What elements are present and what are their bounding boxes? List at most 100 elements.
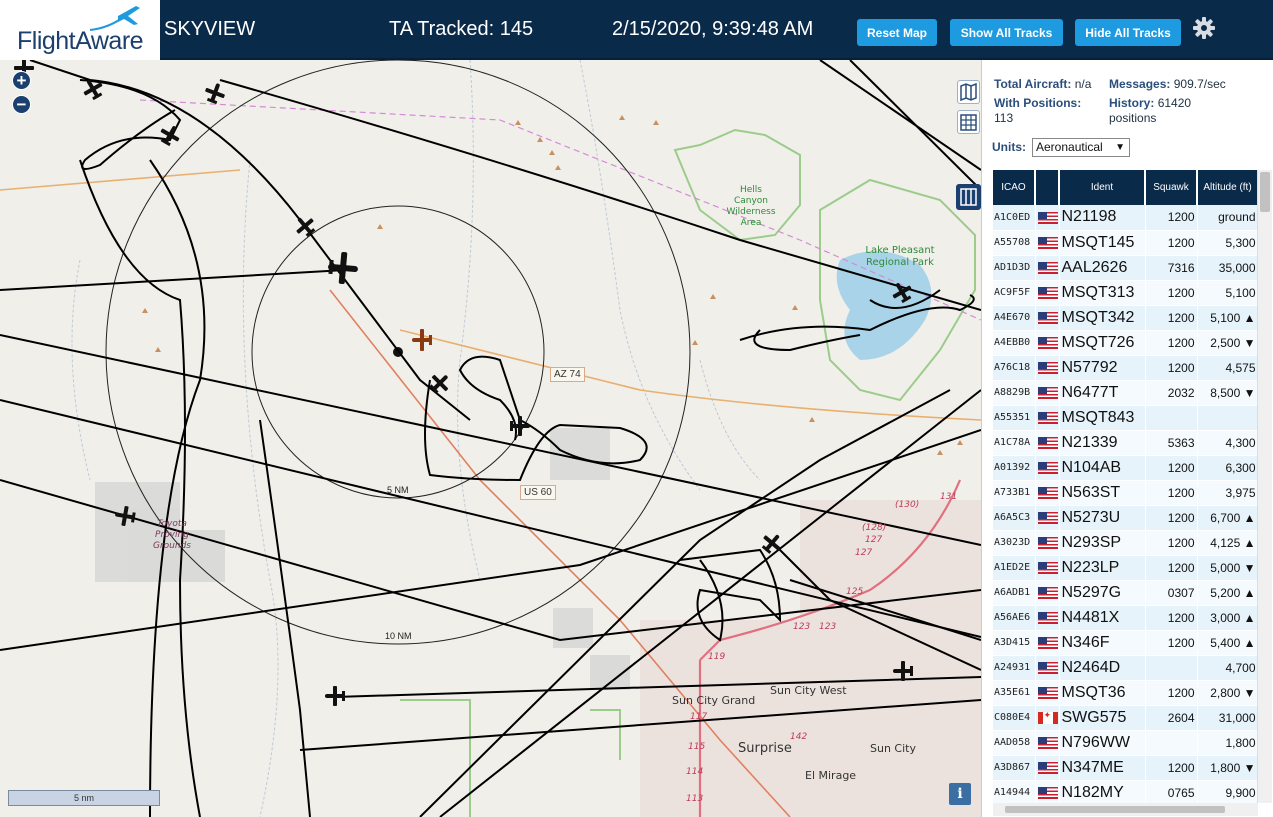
ident-cell: N104AB <box>1059 455 1146 481</box>
table-row[interactable]: A1C78A N21339 5363 4,300 <box>993 430 1258 456</box>
road-number: 127 <box>855 548 873 558</box>
col-header-squawk[interactable]: Squawk <box>1145 170 1198 205</box>
icao-cell: A14944 <box>993 780 1036 803</box>
table-vertical-scrollbar[interactable] <box>1257 170 1272 803</box>
table-row[interactable]: A3023D N293SP 1200 4,125 ▲ <box>993 530 1258 556</box>
table-row[interactable]: A56AE6 N4481X 1200 3,000 ▲ <box>993 605 1258 631</box>
col-header-icao[interactable]: ICAO <box>993 170 1036 205</box>
map-layers-button[interactable] <box>957 80 980 104</box>
altitude-cell: 1,800 ▼ <box>1197 755 1258 781</box>
road-number: (128) <box>862 523 887 533</box>
table-row[interactable]: A3D415 N346F 1200 5,400 ▲ <box>993 630 1258 656</box>
messages-label: Messages: <box>1109 77 1171 91</box>
scrollbar-thumb[interactable] <box>1005 806 1225 813</box>
place-el-mirage: El Mirage <box>805 769 857 782</box>
altitude-cell: 5,300 <box>1197 230 1258 256</box>
map-view[interactable]: Hells Canyon Wilderness Area Lake Pleasa… <box>0 60 981 817</box>
table-row[interactable]: A6ADB1 N5297G 0307 5,200 ▲ <box>993 580 1258 606</box>
aircraft-table-container[interactable]: ICAO Ident Squawk Altitude (ft) A1C0ED N2… <box>993 170 1258 803</box>
table-row[interactable]: AC9F5F MSQT313 1200 5,100 <box>993 280 1258 306</box>
table-row[interactable]: A55351 MSQT843 <box>993 405 1258 431</box>
table-row[interactable]: AAD058 N796WW 1,800 <box>993 730 1258 756</box>
hide-all-tracks-button[interactable]: Hide All Tracks <box>1075 19 1181 46</box>
us-flag-icon <box>1037 462 1058 475</box>
us-flag-icon <box>1037 562 1058 575</box>
flag-cell <box>1035 705 1060 731</box>
col-header-flag[interactable] <box>1035 170 1060 205</box>
show-all-tracks-button[interactable]: Show All Tracks <box>950 19 1063 46</box>
icao-cell: A35E61 <box>993 680 1036 706</box>
col-header-ident[interactable]: Ident <box>1059 170 1146 205</box>
zoom-out-button[interactable]: − <box>12 95 31 114</box>
table-row[interactable]: A6A5C3 N5273U 1200 6,700 ▲ <box>993 505 1258 531</box>
road-number: 114 <box>686 767 704 777</box>
positions-stat: With Positions: 113 <box>994 96 1104 126</box>
icao-cell: A55351 <box>993 405 1036 431</box>
flightaware-logo[interactable]: FlightAware <box>0 0 160 60</box>
table-row[interactable]: A55708 MSQT145 1200 5,300 <box>993 230 1258 256</box>
altitude-cell: ground <box>1197 205 1258 231</box>
table-row[interactable]: A14944 N182MY 0765 9,900 <box>993 780 1258 803</box>
flag-cell <box>1035 305 1060 331</box>
table-row[interactable]: A4E670 MSQT342 1200 5,100 ▲ <box>993 305 1258 331</box>
flag-cell <box>1035 205 1060 231</box>
ident-cell: MSQT726 <box>1059 330 1146 356</box>
units-select[interactable]: Aeronautical ▼ <box>1032 138 1130 157</box>
logo-text: FlightAware <box>17 27 144 55</box>
table-horizontal-scrollbar[interactable] <box>993 803 1258 816</box>
altitude-cell: 5,100 ▲ <box>1197 305 1258 331</box>
columns-icon <box>960 188 977 206</box>
table-row[interactable]: A76C18 N57792 1200 4,575 <box>993 355 1258 381</box>
squawk-cell: 1200 <box>1145 480 1198 506</box>
flag-cell <box>1035 380 1060 406</box>
ident-cell: MSQT342 <box>1059 305 1146 331</box>
icao-cell: A56AE6 <box>993 605 1036 631</box>
table-row[interactable]: A8829B N6477T 2032 8,500 ▼ <box>993 380 1258 406</box>
place-surprise: Surprise <box>738 741 792 756</box>
ident-cell: N346F <box>1059 630 1146 656</box>
table-row[interactable]: A01392 N104AB 1200 6,300 <box>993 455 1258 481</box>
us-flag-icon <box>1037 537 1058 550</box>
us-flag-icon <box>1037 687 1058 700</box>
zoom-in-button[interactable]: + <box>12 71 31 90</box>
info-icon[interactable]: i <box>949 783 971 805</box>
flag-cell <box>1035 580 1060 606</box>
table-row[interactable]: A3D867 N347ME 1200 1,800 ▼ <box>993 755 1258 781</box>
flag-cell <box>1035 480 1060 506</box>
icao-cell: A55708 <box>993 230 1036 256</box>
altitude-cell: 5,000 ▼ <box>1197 555 1258 581</box>
us-flag-icon <box>1037 487 1058 500</box>
map-grid-button[interactable] <box>957 110 980 134</box>
gear-icon[interactable] <box>1190 14 1218 42</box>
map-canvas <box>0 60 981 817</box>
table-row[interactable]: A733B1 N563ST 1200 3,975 <box>993 480 1258 506</box>
table-row[interactable]: A4EBB0 MSQT726 1200 2,500 ▼ <box>993 330 1258 356</box>
table-row[interactable]: A35E61 MSQT36 1200 2,800 ▼ <box>993 680 1258 706</box>
icao-cell: A76C18 <box>993 355 1036 381</box>
tracked-count: TA Tracked: 145 <box>389 18 534 40</box>
icao-cell: AC9F5F <box>993 280 1036 306</box>
skyview-app: FlightAware SKYVIEW TA Tracked: 145 2/15… <box>0 0 1273 817</box>
table-row[interactable]: C080E4 SWG575260431,000 <box>993 705 1258 731</box>
squawk-cell: 1200 <box>1145 755 1198 781</box>
road-number: 131 <box>940 492 958 502</box>
us-flag-icon <box>1037 737 1058 750</box>
col-header-altitude[interactable]: Altitude (ft) <box>1197 170 1258 205</box>
ident-cell: MSQT36 <box>1059 680 1146 706</box>
road-shield-az74: AZ 74 <box>550 367 585 382</box>
flag-cell <box>1035 405 1060 431</box>
table-row[interactable]: A24931 N2464D 4,700 <box>993 655 1258 681</box>
map-icon <box>960 82 977 102</box>
toggle-sidebar-button[interactable] <box>956 184 981 210</box>
table-row[interactable]: A1C0ED N21198 1200 ground <box>993 205 1258 231</box>
scrollbar-thumb[interactable] <box>1260 172 1270 212</box>
road-number: 142 <box>790 732 808 742</box>
road-number: 119 <box>708 652 726 662</box>
reset-map-button[interactable]: Reset Map <box>857 19 937 46</box>
table-row[interactable]: A1ED2E N223LP 1200 5,000 ▼ <box>993 555 1258 581</box>
table-row[interactable]: AD1D3D AAL2626 7316 35,000 <box>993 255 1258 281</box>
app-title: SKYVIEW <box>164 18 256 40</box>
squawk-cell: 1200 <box>1145 305 1198 331</box>
aircraft-table-body: A1C0ED N21198 1200 ground A55708 MSQT145 1200 5… <box>993 205 1258 803</box>
squawk-cell: 1200 <box>1145 530 1198 556</box>
